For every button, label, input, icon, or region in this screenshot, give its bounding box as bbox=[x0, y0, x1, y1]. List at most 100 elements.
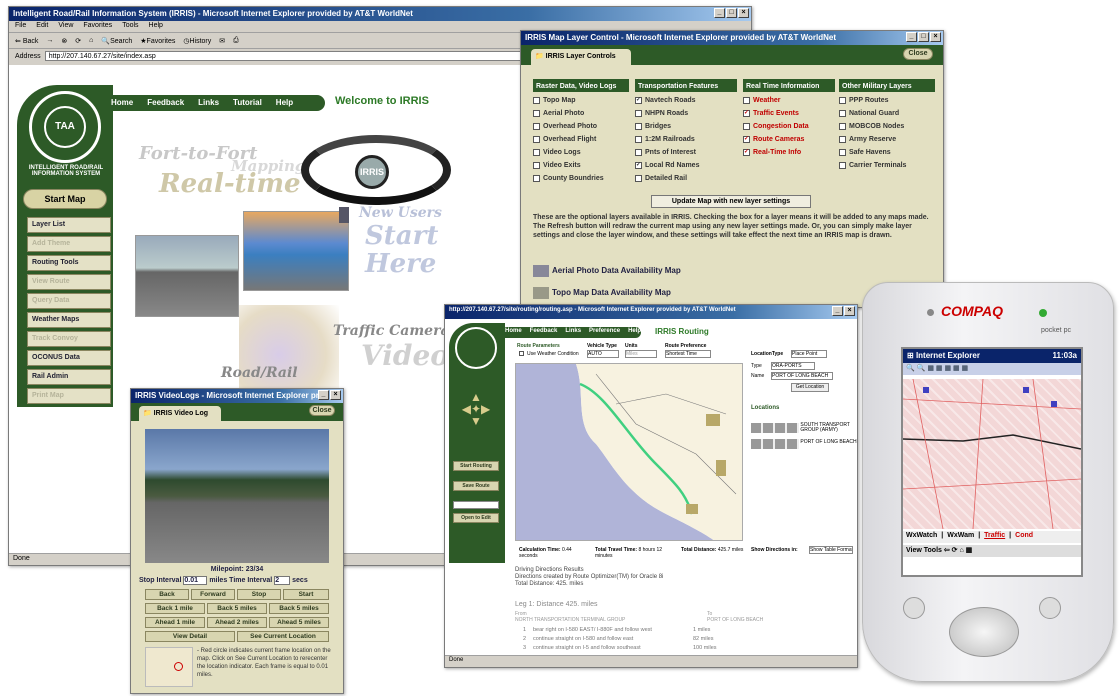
back-button[interactable]: ⇐ Back bbox=[15, 37, 38, 45]
layer-item[interactable]: 1:2M Railroads bbox=[635, 133, 737, 146]
layer-item[interactable]: Pnts of Interest bbox=[635, 146, 737, 159]
loc-type-select[interactable]: Place Point bbox=[791, 350, 827, 358]
video-close-x-button[interactable]: × bbox=[330, 390, 341, 400]
layer-checkbox-checked[interactable]: ✓ bbox=[743, 135, 750, 143]
layer-close-button[interactable]: Close bbox=[903, 48, 933, 60]
add-theme-button[interactable]: Add Theme bbox=[27, 236, 111, 252]
stop-button[interactable]: Stop bbox=[237, 589, 281, 600]
units-select[interactable]: Miles bbox=[625, 350, 657, 358]
layer-checkbox[interactable] bbox=[635, 135, 642, 143]
pda-menu-label[interactable]: View Tools bbox=[906, 547, 942, 554]
layer-checkbox[interactable] bbox=[839, 161, 846, 169]
layer-checkbox[interactable] bbox=[839, 122, 846, 130]
layer-item[interactable]: Detailed Rail bbox=[635, 172, 737, 185]
minimize-button[interactable]: _ bbox=[714, 8, 725, 18]
weather-cond-checkbox[interactable]: Use Weather Condition bbox=[519, 351, 579, 357]
see-current-location-button[interactable]: See Current Location bbox=[237, 631, 329, 642]
back-5-miles-button[interactable]: Back 5 miles bbox=[207, 603, 267, 614]
location-row-2[interactable]: PORT OF LONG BEACH bbox=[751, 439, 857, 451]
layer-checkbox[interactable] bbox=[635, 148, 642, 156]
routing-nav-home[interactable]: Home bbox=[505, 328, 522, 337]
menu-tools[interactable]: Tools bbox=[122, 22, 138, 31]
aerial-photo-link[interactable]: Aerial Photo Data Availability Map bbox=[533, 265, 681, 277]
compass-pan-control[interactable]: ▲ ◀✦▶ ▼ bbox=[457, 391, 495, 429]
layer-list-button[interactable]: Layer List bbox=[27, 217, 111, 233]
layer-checkbox[interactable] bbox=[533, 174, 540, 182]
layer-item[interactable]: ✓ Traffic Events bbox=[743, 107, 835, 120]
pda-tab-cond[interactable]: Cond bbox=[1015, 532, 1033, 542]
nav-feedback[interactable]: Feedback bbox=[147, 98, 184, 108]
video-tab[interactable]: 📁 IRRIS Video Log bbox=[139, 406, 221, 421]
home-icon[interactable]: ⌂ bbox=[89, 37, 93, 44]
location-row-1[interactable]: SOUTH TRANSPORT GROUP (ARMY) bbox=[751, 423, 857, 437]
print-icon[interactable]: ⎙ bbox=[233, 37, 239, 45]
layer-item[interactable]: Overhead Photo bbox=[533, 120, 629, 133]
layer-checkbox[interactable] bbox=[635, 174, 642, 182]
ahead-2-miles-button[interactable]: Ahead 2 miles bbox=[207, 617, 267, 628]
routing-nav-preference[interactable]: Preference bbox=[589, 328, 620, 337]
app-button-left[interactable] bbox=[903, 597, 925, 619]
print-map-button[interactable]: Print Map bbox=[27, 388, 111, 404]
layer-item[interactable]: ✓ Route Cameras bbox=[743, 133, 835, 146]
nav-tutorial[interactable]: Tutorial bbox=[233, 98, 262, 108]
layer-checkbox-checked[interactable]: ✓ bbox=[635, 161, 642, 169]
close-button[interactable]: × bbox=[738, 8, 749, 18]
routing-nav-feedback[interactable]: Feedback bbox=[530, 328, 558, 337]
get-location-button[interactable]: Get Location bbox=[791, 383, 829, 392]
layer-item[interactable]: ✓ Navtech Roads bbox=[635, 94, 737, 107]
layer-checkbox[interactable] bbox=[635, 109, 642, 117]
layer-checkbox[interactable] bbox=[743, 122, 750, 130]
video-minimize-button[interactable]: _ bbox=[318, 390, 329, 400]
topo-map-link[interactable]: Topo Map Data Availability Map bbox=[533, 287, 671, 299]
layer-checkbox[interactable] bbox=[533, 122, 540, 130]
route-name-input[interactable] bbox=[453, 501, 499, 509]
back-button[interactable]: Back bbox=[145, 589, 189, 600]
routing-close-x-button[interactable]: × bbox=[844, 306, 855, 316]
layer-item[interactable]: Topo Map bbox=[533, 94, 629, 107]
pda-tab-wxwatch[interactable]: WxWatch bbox=[906, 532, 937, 542]
layer-checkbox-checked[interactable]: ✓ bbox=[743, 109, 750, 117]
name-input[interactable]: PORT OF LONG BEACH bbox=[771, 372, 833, 380]
layer-checkbox[interactable] bbox=[533, 148, 540, 156]
oconus-data-button[interactable]: OCONUS Data bbox=[27, 350, 111, 366]
forward-button[interactable]: Forward bbox=[191, 589, 235, 600]
routing-nav-links[interactable]: Links bbox=[565, 328, 581, 337]
layer-checkbox[interactable] bbox=[533, 109, 540, 117]
loc-action-icons[interactable] bbox=[751, 423, 799, 433]
layer-item[interactable]: PPP Routes bbox=[839, 94, 935, 107]
layer-checkbox[interactable] bbox=[839, 109, 846, 117]
history-button[interactable]: ◷History bbox=[183, 37, 211, 45]
query-data-button[interactable]: Query Data bbox=[27, 293, 111, 309]
layer-item[interactable]: Congestion Data bbox=[743, 120, 835, 133]
vehicle-type-select[interactable]: AUTO bbox=[587, 350, 619, 358]
layer-minimize-button[interactable]: _ bbox=[906, 32, 917, 42]
start-button[interactable]: Start bbox=[283, 589, 329, 600]
navigation-pad[interactable] bbox=[949, 607, 1019, 657]
layer-item[interactable]: ✓ Local Rd Names bbox=[635, 159, 737, 172]
layer-checkbox-checked[interactable]: ✓ bbox=[635, 96, 642, 104]
route-pref-select[interactable]: Shortest Time bbox=[665, 350, 711, 358]
start-map-button[interactable]: Start Map bbox=[23, 189, 107, 209]
layer-close-x-button[interactable]: × bbox=[930, 32, 941, 42]
layer-checkbox[interactable] bbox=[635, 122, 642, 130]
layer-item[interactable]: Aerial Photo bbox=[533, 107, 629, 120]
view-route-button[interactable]: View Route bbox=[27, 274, 111, 290]
layer-checkbox[interactable] bbox=[839, 148, 846, 156]
routing-nav-help[interactable]: Help bbox=[628, 328, 641, 337]
layer-item[interactable]: Carrier Terminals bbox=[839, 159, 935, 172]
layer-item[interactable]: Bridges bbox=[635, 120, 737, 133]
stop-icon[interactable]: ⊗ bbox=[61, 37, 67, 45]
pda-tab-traffic[interactable]: Traffic bbox=[984, 532, 1005, 542]
ahead-1-mile-button[interactable]: Ahead 1 mile bbox=[145, 617, 205, 628]
layer-checkbox[interactable] bbox=[839, 96, 846, 104]
layer-item[interactable]: Video Exits bbox=[533, 159, 629, 172]
layer-item[interactable]: ✓ Real-Time Info bbox=[743, 146, 835, 159]
layer-maximize-button[interactable]: □ bbox=[918, 32, 929, 42]
ahead-5-miles-button[interactable]: Ahead 5 miles bbox=[269, 617, 329, 628]
app-button-right[interactable] bbox=[1039, 597, 1061, 619]
layer-item[interactable]: Army Reserve bbox=[839, 133, 935, 146]
menu-help[interactable]: Help bbox=[149, 22, 163, 31]
nav-help[interactable]: Help bbox=[276, 98, 293, 108]
search-button[interactable]: 🔍Search bbox=[101, 37, 132, 45]
view-detail-button[interactable]: View Detail bbox=[145, 631, 235, 642]
